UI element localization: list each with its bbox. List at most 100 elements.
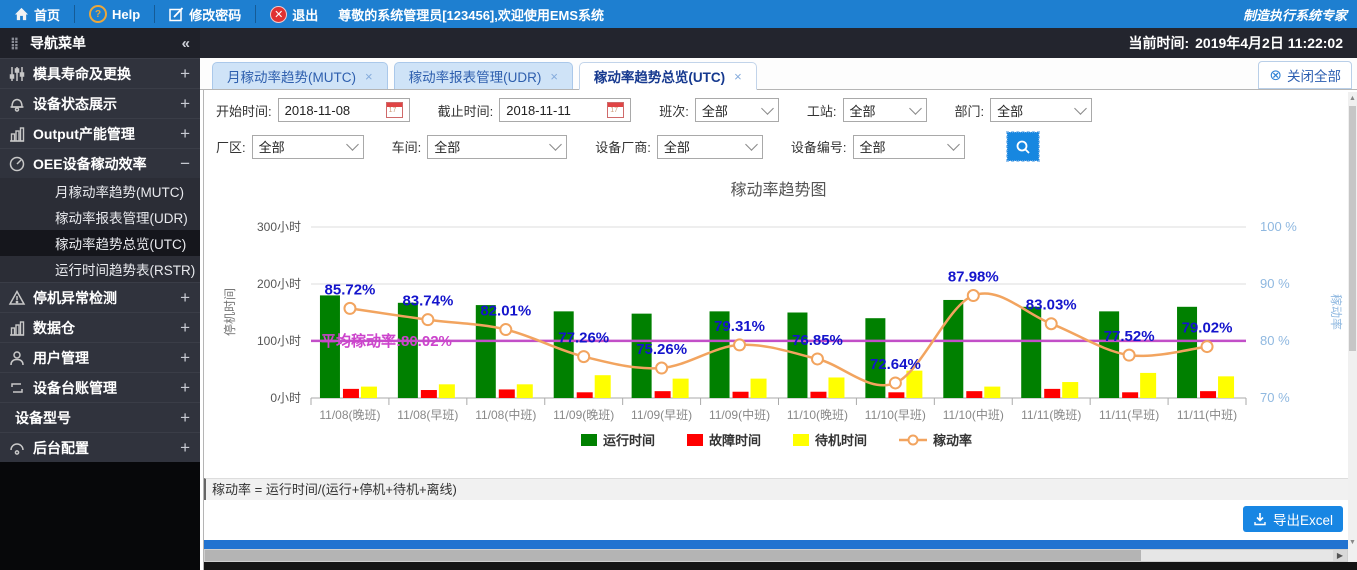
hscroll-thumb[interactable] [205,550,1141,561]
legend-label[interactable]: 运行时间 [603,433,655,448]
line-marker [422,314,433,325]
sidebar-item-label: 设备型号 [15,408,173,428]
chevron-down-icon [549,138,562,151]
select-dropdown[interactable]: 全部 [252,135,364,159]
topbar-item-logout[interactable]: ✕退出 [256,0,332,28]
tab-0[interactable]: 月稼动率趋势(MUTC)× [212,62,388,89]
topbar-item-help[interactable]: ?Help [75,0,154,28]
topbar-items: 首页?Help修改密码✕退出 [0,0,332,28]
bar-standby [751,379,767,398]
bar-fault [421,390,437,398]
expand-plus-icon[interactable]: + [180,408,190,428]
expand-plus-icon[interactable]: + [180,94,190,114]
filter-label: 车间: [392,137,422,156]
vscroll-up-arrow-icon[interactable]: ▲ [1348,92,1357,104]
select-dropdown[interactable]: 全部 [695,98,779,122]
sidebar-item-label: 模具寿命及更换 [33,64,173,84]
select-dropdown[interactable]: 全部 [427,135,567,159]
chevron-down-icon [761,102,774,115]
vscroll-down-arrow-icon[interactable]: ▼ [1348,536,1357,548]
x-axis-label: 11/09(早班) [631,408,692,422]
brand-slogan: 制造执行系统专家 [1243,5,1357,24]
sidebar-item-7[interactable]: 设备台账管理 + [0,372,200,402]
sidebar-item-label: 用户管理 [33,348,173,368]
filter-row-2: 厂区:全部车间:全部设备厂商:全部设备编号:全部 [216,132,1039,161]
expand-plus-icon[interactable]: + [180,64,190,84]
select-dropdown[interactable]: 全部 [657,135,763,159]
sidebar-item-label: 后台配置 [33,438,173,458]
filter-label: 厂区: [216,137,246,156]
sidebar-subitem[interactable]: 月稼动率趋势(MUTC) [0,178,200,204]
x-axis-label: 11/10(晚班) [787,408,848,422]
sidebar-item-9[interactable]: 后台配置 + [0,432,200,462]
select-dropdown[interactable]: 全部 [853,135,965,159]
field-value: 全部 [850,101,903,120]
tab-1[interactable]: 稼动率报表管理(UDR)× [394,62,573,89]
close-circle-icon: ⊗ [1269,68,1282,83]
select-dropdown[interactable]: 全部 [843,98,927,122]
welcome-message: 尊敬的系统管理员[123456],欢迎使用EMS系统 [332,5,604,24]
bar-standby [1218,376,1234,398]
sidebar-item-5[interactable]: 数据仓+ [0,312,200,342]
expand-plus-icon[interactable]: + [180,378,190,398]
vscroll-thumb[interactable] [1349,106,1356,351]
close-all-button[interactable]: ⊗ 关闭全部 [1258,61,1352,89]
sidebar-item-4[interactable]: 停机异常检测+ [0,282,200,312]
filter-label: 设备厂商: [595,137,651,156]
export-excel-button[interactable]: 导出Excel [1243,506,1343,532]
sidebar-item-3[interactable]: OEE设备稼动效率− [0,148,200,178]
data-label: 77.26% [558,330,609,347]
topbar-item-home[interactable]: 首页 [0,0,74,28]
right-axis-tick: 90 % [1260,276,1290,291]
chevrons-left-icon[interactable]: « [182,35,190,52]
line-marker [344,303,355,314]
tab-close-icon[interactable]: × [550,69,558,84]
sidebar-item-label: 设备状态展示 [33,94,173,114]
tab-close-icon[interactable]: × [365,69,373,84]
data-label: 82.01% [480,303,531,320]
right-axis-label: 稼动率 [1329,294,1344,330]
sidebar-item-1[interactable]: 设备状态展示 + [0,88,200,118]
tab-close-icon[interactable]: × [734,69,742,84]
sidebar-subitem[interactable]: 稼动率报表管理(UDR) [0,204,200,230]
user-icon [8,349,26,367]
bottom-strip [204,562,1357,570]
legend-line-marker-icon [909,436,918,445]
tab-2[interactable]: 稼动率趋势总览(UTC)× [579,62,757,90]
calendar-icon[interactable] [386,102,403,118]
search-button[interactable] [1007,132,1039,161]
expand-plus-icon[interactable]: + [180,348,190,368]
hscroll-right-arrow-icon[interactable]: ▶ [1333,550,1347,561]
legend-label[interactable]: 稼动率 [933,433,972,448]
vertical-scrollbar[interactable]: ▲ ▼ [1348,92,1357,562]
topbar-item-change-password[interactable]: 修改密码 [155,0,255,28]
calendar-icon[interactable] [607,102,624,118]
sidebar-item-label: Output产能管理 [33,124,173,144]
sidebar-subitem[interactable]: 运行时间趋势表(RSTR) [0,256,200,282]
select-dropdown[interactable]: 全部 [990,98,1092,122]
sidebar-item-2[interactable]: Output产能管理 + [0,118,200,148]
sidebar-item-0[interactable]: 模具寿命及更换 + [0,58,200,88]
horizontal-scrollbar[interactable]: ▶ [204,549,1348,562]
date-input[interactable]: 2018-11-11 [499,98,631,122]
left-axis-tick: 0小时 [270,391,301,405]
expand-plus-icon[interactable]: + [180,438,190,458]
expand-plus-icon[interactable]: + [180,318,190,338]
sidebar-item-8[interactable]: 设备型号 + [0,402,200,432]
status-bar: 当前时间: 2019年4月2日 11:22:02 [200,28,1357,58]
sidebar-item-6[interactable]: 用户管理 + [0,342,200,372]
x-axis-label: 11/10(早班) [865,408,926,422]
expand-plus-icon[interactable]: + [180,288,190,308]
sidebar-item-label: 设备台账管理 [33,378,173,398]
collapse-minus-icon[interactable]: − [180,154,190,174]
expand-plus-icon[interactable]: + [180,124,190,144]
x-axis-label: 11/11(晚班) [1021,408,1081,422]
legend-label[interactable]: 待机时间 [814,433,867,448]
field-value: 2018-11-11 [506,103,599,118]
bar-standby [361,387,377,398]
sidebar-subitem[interactable]: 稼动率趋势总览(UTC) [0,230,200,256]
legend-label[interactable]: 故障时间 [709,433,761,448]
date-input[interactable]: 2018-11-08 [278,98,410,122]
home-icon [14,7,29,21]
data-label: 79.02% [1182,320,1233,337]
